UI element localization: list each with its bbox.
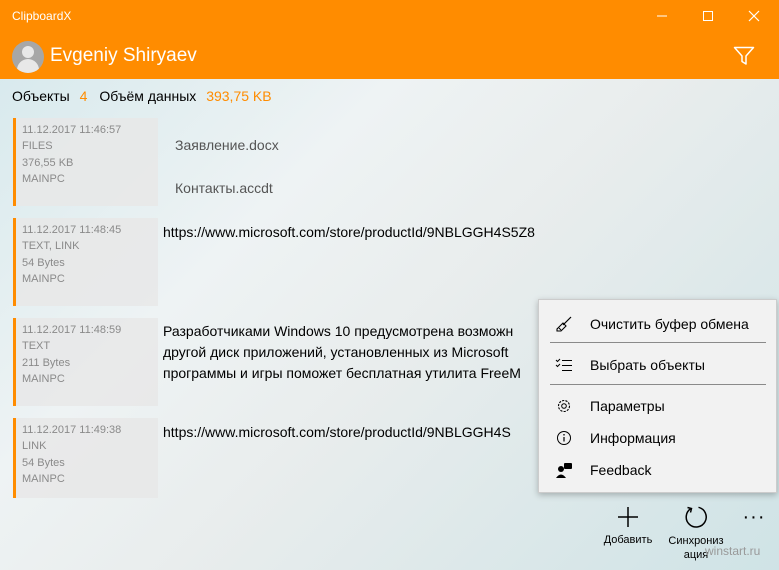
menu-item-label: Очистить буфер обмена: [590, 316, 749, 332]
data-volume-value: 393,75 KB: [206, 88, 272, 104]
item-device: MAINPC: [22, 372, 65, 385]
menu-item-label: Выбрать объекты: [590, 357, 705, 373]
watermark: winstart.ru: [705, 544, 761, 558]
menu-item-label: Параметры: [590, 398, 665, 414]
clipboard-item[interactable]: 11.12.2017 11:48:45 TEXT, LINK 54 Bytes …: [13, 218, 613, 306]
file-name[interactable]: Контакты.accdt: [175, 180, 273, 196]
minimize-button[interactable]: [639, 0, 685, 32]
sync-icon: [685, 506, 707, 528]
close-icon: [748, 10, 760, 22]
broom-icon: [556, 316, 572, 332]
objects-count: 4: [79, 88, 88, 104]
menu-item-select-objects[interactable]: Выбрать объекты: [539, 349, 776, 381]
item-text-line: другой диск приложений, установленных из…: [163, 344, 509, 360]
menu-item-settings[interactable]: Параметры: [539, 390, 776, 422]
item-type: FILES: [22, 140, 53, 153]
add-button-label: Добавить: [603, 534, 653, 546]
filter-icon: [733, 46, 755, 65]
more-icon: ···: [742, 505, 766, 528]
menu-divider: [550, 384, 766, 385]
item-meta: 11.12.2017 11:48:59 TEXT 211 Bytes MAINP…: [13, 318, 158, 406]
overflow-menu: Очистить буфер обмена Выбрать объекты Па…: [538, 299, 777, 493]
user-name: Evgeniy Shiryaev: [50, 45, 197, 66]
item-date: 11.12.2017 11:48:59: [22, 324, 122, 336]
menu-item-label: Информация: [590, 430, 676, 446]
more-button[interactable]: ···: [734, 500, 774, 534]
menu-divider: [550, 342, 766, 343]
close-button[interactable]: [731, 0, 777, 32]
stats-bar: Объекты 4 Объём данных 393,75 KB: [12, 88, 272, 104]
item-size: 54 Bytes: [22, 456, 65, 469]
minimize-icon: [657, 15, 667, 17]
item-device: MAINPC: [22, 272, 65, 285]
item-meta: 11.12.2017 11:48:45 TEXT, LINK 54 Bytes …: [13, 218, 158, 306]
clipboard-item[interactable]: 11.12.2017 11:49:38 LINK 54 Bytes MAINPC…: [13, 418, 538, 498]
window-title: ClipboardX: [12, 9, 72, 23]
command-bar: Добавить Синхрониз ация ···: [0, 500, 779, 570]
item-date: 11.12.2017 11:49:38: [22, 424, 122, 436]
clipboard-item[interactable]: 11.12.2017 11:48:59 TEXT 211 Bytes MAINP…: [13, 318, 538, 406]
maximize-button[interactable]: [685, 0, 731, 32]
checklist-icon: [555, 358, 572, 371]
filter-button[interactable]: [729, 41, 759, 71]
info-icon: [557, 431, 571, 445]
item-meta: 11.12.2017 11:46:57 FILES 376,55 KB MAIN…: [13, 118, 158, 206]
app-header: Evgeniy Shiryaev: [0, 32, 779, 79]
item-text: https://www.microsoft.com/store/productI…: [163, 224, 535, 240]
menu-item-label: Feedback: [590, 462, 652, 478]
item-device: MAINPC: [22, 172, 65, 185]
item-text-line: Разработчиками Windows 10 предусмотрена …: [163, 323, 514, 339]
item-type: TEXT: [22, 340, 51, 353]
add-button[interactable]: Добавить: [598, 500, 658, 546]
item-type: TEXT, LINK: [22, 240, 80, 253]
item-device: MAINPC: [22, 472, 65, 485]
objects-label: Объекты: [12, 88, 70, 104]
menu-item-feedback[interactable]: Feedback: [539, 454, 776, 486]
gear-icon: [557, 399, 571, 413]
title-bar: ClipboardX: [0, 0, 779, 32]
item-date: 11.12.2017 11:46:57: [22, 124, 122, 136]
feedback-icon: [556, 463, 572, 478]
item-date: 11.12.2017 11:48:45: [22, 224, 122, 236]
item-size: 54 Bytes: [22, 256, 65, 269]
avatar[interactable]: [12, 41, 44, 73]
item-size: 211 Bytes: [22, 356, 71, 369]
item-size: 376,55 KB: [22, 156, 74, 169]
data-volume-label: Объём данных: [99, 88, 197, 104]
file-name[interactable]: Заявление.docx: [175, 137, 279, 153]
menu-item-information[interactable]: Информация: [539, 422, 776, 454]
plus-icon: [618, 507, 638, 527]
maximize-icon: [703, 11, 713, 21]
item-text: https://www.microsoft.com/store/productI…: [163, 424, 511, 440]
item-type: LINK: [22, 440, 47, 453]
item-meta: 11.12.2017 11:49:38 LINK 54 Bytes MAINPC: [13, 418, 158, 498]
clipboard-item[interactable]: 11.12.2017 11:46:57 FILES 376,55 KB MAIN…: [13, 118, 413, 206]
menu-item-clear-clipboard[interactable]: Очистить буфер обмена: [539, 308, 776, 340]
item-text-line: программы и игры поможет бесплатная утил…: [163, 365, 521, 381]
